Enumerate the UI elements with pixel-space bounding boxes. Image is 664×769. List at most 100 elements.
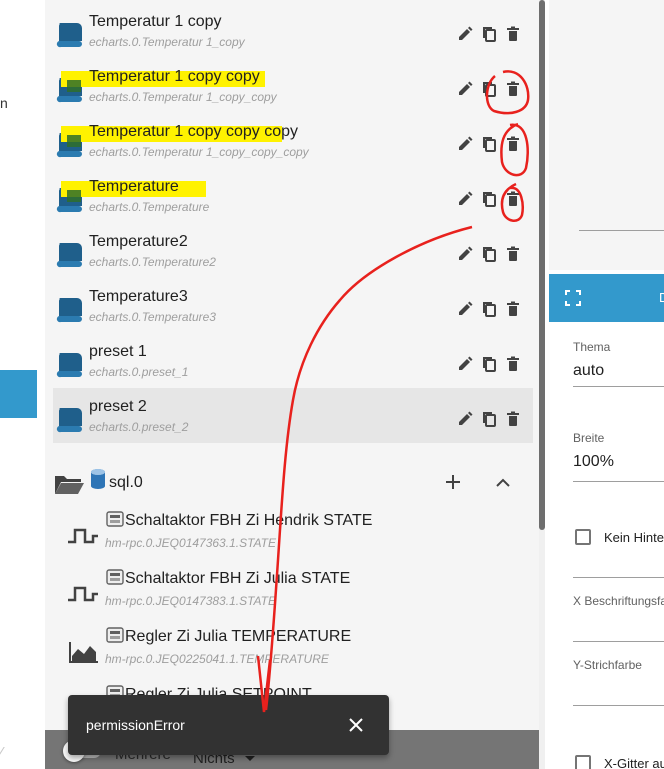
y-line-color-underline[interactable]	[573, 705, 664, 706]
trash-icon[interactable]	[505, 246, 521, 262]
copy-icon[interactable]	[481, 246, 497, 262]
chart-title: preset 1	[89, 343, 147, 360]
chart-row[interactable]: Temperature echarts.0.Temperature	[53, 168, 533, 223]
edit-icon[interactable]	[457, 301, 473, 317]
settings-panel: D Thema auto Breite 100% Kein Hinte X Be…	[549, 0, 664, 769]
copy-icon[interactable]	[481, 411, 497, 427]
settings-header: D	[549, 274, 664, 322]
trash-icon[interactable]	[505, 301, 521, 317]
preview-divider	[579, 230, 664, 231]
object-title: Regler Zi Julia TEMPERATURE	[125, 628, 352, 645]
chart-row[interactable]: preset 2 echarts.0.preset_2	[53, 388, 533, 443]
database-icon	[91, 469, 105, 489]
chart-row[interactable]: Temperature3 echarts.0.Temperature3	[53, 278, 533, 333]
chart-row[interactable]: Temperatur 1 copy copy echarts.0.Temperat…	[53, 58, 533, 113]
pencil-icon[interactable]	[457, 356, 473, 372]
object-row[interactable]: Schaltaktor FBH Zi Hendrik STATE hm-rpc.0…	[67, 510, 527, 568]
delete-icon[interactable]	[505, 81, 521, 97]
edit-icon[interactable]	[457, 246, 473, 262]
copy-icon[interactable]	[481, 356, 497, 372]
add-icon[interactable]	[443, 472, 463, 492]
delete-icon[interactable]	[505, 356, 521, 372]
folder-row-sql[interactable]: sql.0	[53, 466, 533, 500]
copy-icon[interactable]	[481, 246, 497, 262]
copy-icon[interactable]	[481, 136, 497, 152]
delete-icon[interactable]	[505, 301, 521, 317]
device-icon	[106, 511, 124, 527]
close-icon[interactable]	[346, 715, 366, 735]
pencil-icon[interactable]	[457, 191, 473, 207]
chart-row[interactable]: Temperatur 1 copy echarts.0.Temperatur 1_…	[53, 3, 533, 58]
pencil-icon[interactable]	[457, 26, 473, 42]
dropdown-caret-icon[interactable]	[245, 756, 255, 761]
edit-icon[interactable]	[457, 191, 473, 207]
trash-icon[interactable]	[505, 411, 521, 427]
edit-icon[interactable]	[457, 356, 473, 372]
delete-icon[interactable]	[505, 246, 521, 262]
trash-icon[interactable]	[505, 26, 521, 42]
copy-icon[interactable]	[481, 81, 497, 97]
copy-icon[interactable]	[481, 26, 497, 42]
copy-icon[interactable]	[481, 81, 497, 97]
chart-id: echarts.0.preset_2	[89, 420, 189, 434]
trash-icon[interactable]	[505, 136, 521, 152]
chart-id: echarts.0.Temperatur 1_copy	[89, 35, 245, 49]
delete-icon[interactable]	[505, 191, 521, 207]
edit-icon[interactable]	[457, 136, 473, 152]
chevron-up-icon[interactable]	[493, 473, 513, 493]
error-snackbar: permissionError	[68, 695, 389, 755]
copy-icon[interactable]	[481, 191, 497, 207]
theme-select[interactable]: auto	[573, 362, 604, 380]
scrollbar-thumb[interactable]	[539, 0, 545, 530]
trash-icon[interactable]	[505, 356, 521, 372]
chart-id: echarts.0.preset_1	[89, 365, 189, 379]
object-id: hm-rpc.0.JEQ0147383.1.STATE	[105, 594, 276, 608]
delete-icon[interactable]	[505, 411, 521, 427]
copy-icon[interactable]	[481, 301, 497, 317]
chart-title: preset 2	[89, 398, 147, 415]
chart-row[interactable]: preset 1 echarts.0.preset_1	[53, 333, 533, 388]
delete-icon[interactable]	[505, 26, 521, 42]
chart-scroll-icon	[56, 23, 82, 48]
chart-title: Temperatur 1 copy copy copy	[89, 123, 298, 140]
chart-scroll-icon	[56, 243, 82, 268]
copy-icon[interactable]	[481, 356, 497, 372]
pencil-icon[interactable]	[457, 246, 473, 262]
width-input[interactable]: 100%	[573, 453, 614, 471]
copy-icon[interactable]	[481, 191, 497, 207]
settings-tab-label[interactable]: D	[659, 290, 664, 305]
object-title: Schaltaktor FBH Zi Julia STATE	[125, 570, 351, 587]
copy-icon[interactable]	[481, 411, 497, 427]
copy-icon[interactable]	[481, 301, 497, 317]
resize-grip-icon[interactable]: ⁄	[0, 745, 3, 763]
copy-icon[interactable]	[481, 136, 497, 152]
object-row[interactable]: Regler Zi Julia TEMPERATURE hm-rpc.0.JEQ0…	[67, 626, 527, 684]
pencil-icon[interactable]	[457, 136, 473, 152]
chart-title: Temperatur 1 copy copy	[89, 68, 260, 85]
fullscreen-icon[interactable]	[565, 290, 581, 306]
chart-row[interactable]: Temperatur 1 copy copy copy echarts.0.Tem…	[53, 113, 533, 168]
x-grid-checkbox[interactable]	[575, 755, 591, 769]
no-background-checkbox[interactable]	[575, 529, 591, 545]
pencil-icon[interactable]	[457, 301, 473, 317]
edit-icon[interactable]	[457, 26, 473, 42]
edit-icon[interactable]	[457, 411, 473, 427]
trash-icon[interactable]	[505, 191, 521, 207]
device-icon	[106, 627, 124, 643]
delete-icon[interactable]	[505, 136, 521, 152]
object-row[interactable]: Schaltaktor FBH Zi Julia STATE hm-rpc.0.J…	[67, 568, 527, 626]
device-icon	[106, 569, 124, 585]
chart-row[interactable]: Temperature2 echarts.0.Temperature2	[53, 223, 533, 278]
x-grid-label: X-Gitter au	[604, 756, 664, 769]
object-id: hm-rpc.0.JEQ0147363.1.STATE	[105, 536, 276, 550]
copy-icon[interactable]	[481, 26, 497, 42]
x-label-color-underline[interactable]	[573, 641, 664, 642]
edit-icon[interactable]	[457, 81, 473, 97]
y-line-color-label: Y-Strichfarbe	[573, 658, 642, 672]
pencil-icon[interactable]	[457, 411, 473, 427]
switch-signal-icon	[68, 586, 98, 602]
trash-icon[interactable]	[505, 81, 521, 97]
pencil-icon[interactable]	[457, 81, 473, 97]
sidebar-selected-item[interactable]	[0, 370, 37, 418]
chart-title: Temperature2	[89, 233, 188, 250]
